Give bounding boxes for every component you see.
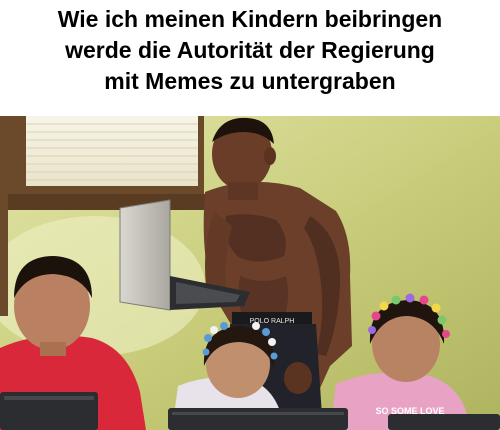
caption-line-1: Wie ich meinen Kindern beibringen bbox=[57, 6, 443, 32]
window-glass bbox=[26, 116, 198, 186]
laptop-middle-edge bbox=[172, 412, 344, 415]
meme-caption: Wie ich meinen Kindern beibringen werde … bbox=[0, 4, 500, 112]
meme: Wie ich meinen Kindern beibringen werde … bbox=[0, 0, 500, 430]
window-sill bbox=[0, 194, 212, 210]
laptop-left-screen-edge bbox=[4, 396, 94, 400]
man-neck bbox=[228, 182, 258, 200]
laptop-right bbox=[388, 414, 500, 430]
boy-neck bbox=[40, 342, 66, 356]
meme-photo: POLO RALPH SO SOME LOVE bbox=[0, 116, 500, 430]
window-left-jamb bbox=[0, 116, 8, 316]
caption-line-2: werde die Autorität der Regierung bbox=[65, 37, 435, 63]
man-hand-right bbox=[284, 362, 312, 394]
man-ear bbox=[264, 147, 276, 165]
held-laptop-lid bbox=[119, 199, 171, 311]
laptop-middle bbox=[168, 408, 348, 430]
caption-line-3: mit Memes zu untergraben bbox=[104, 68, 396, 94]
photo-illustration: POLO RALPH SO SOME LOVE bbox=[0, 116, 500, 430]
